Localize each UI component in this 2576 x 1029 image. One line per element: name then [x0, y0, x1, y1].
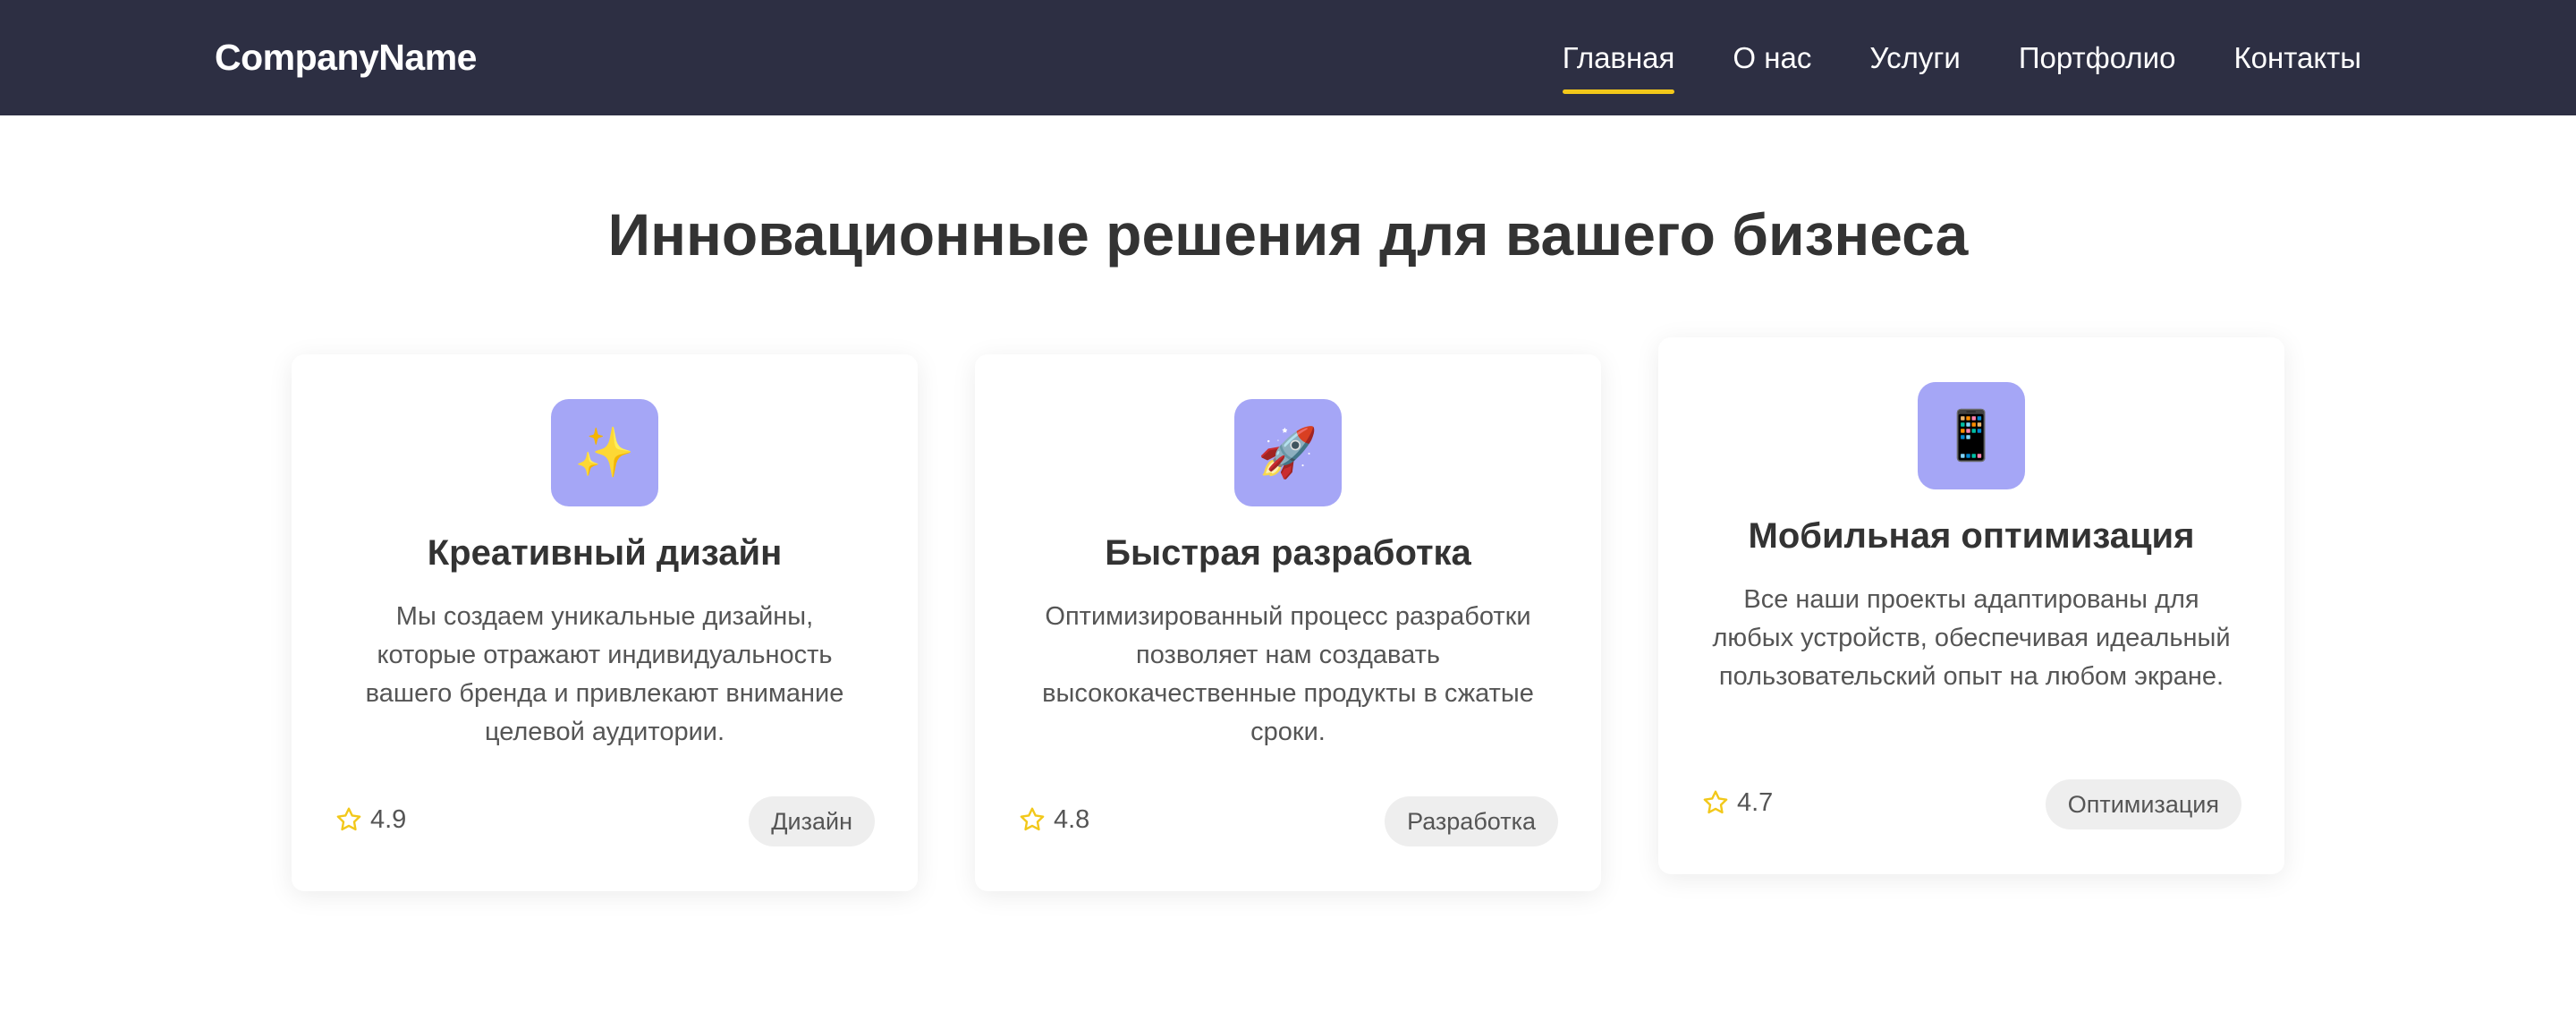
card-title: Быстрая разработка	[1105, 533, 1471, 573]
card-description: Оптимизированный процесс разработки позв…	[1042, 602, 1534, 746]
category-tag[interactable]: Разработка	[1385, 796, 1558, 846]
card-title: Мобильная оптимизация	[1748, 516, 2195, 556]
category-tag[interactable]: Дизайн	[749, 796, 875, 846]
star-icon	[336, 807, 361, 831]
card-rating: 4.9	[335, 804, 406, 836]
feature-card-mobile[interactable]: 📱 Мобильная оптимизация Все наши проекты…	[1658, 337, 2284, 874]
card-rating: 4.8	[1018, 804, 1089, 836]
card-description: Все наши проекты адаптированы для любых …	[1712, 585, 2231, 691]
card-description: Мы создаем уникальные дизайны, которые о…	[365, 602, 844, 746]
top-navbar: CompanyName Главная О нас Услуги Портфол…	[0, 0, 2576, 115]
feature-card-development[interactable]: 🚀 Быстрая разработка Оптимизированный пр…	[975, 354, 1601, 891]
rating-value: 4.8	[1054, 805, 1090, 834]
sparkles-icon: ✨	[551, 399, 658, 506]
category-tag[interactable]: Оптимизация	[2045, 779, 2241, 829]
nav-link-contacts[interactable]: Контакты	[2233, 40, 2361, 76]
rocket-icon: 🚀	[1234, 399, 1342, 506]
mobile-phone-icon: 📱	[1918, 382, 2025, 489]
card-title: Креативный дизайн	[427, 533, 783, 573]
star-icon	[1703, 790, 1728, 814]
main-navigation: Главная О нас Услуги Портфолио Контакты	[1562, 0, 2361, 115]
nav-link-services[interactable]: Услуги	[1869, 40, 1960, 76]
nav-link-home[interactable]: Главная	[1562, 40, 1674, 94]
rating-value: 4.7	[1737, 788, 1774, 817]
rating-value: 4.9	[370, 805, 407, 834]
nav-link-portfolio[interactable]: Портфолио	[2019, 40, 2176, 76]
nav-link-about[interactable]: О нас	[1733, 40, 1811, 76]
star-icon	[1020, 807, 1045, 831]
company-logo[interactable]: CompanyName	[215, 36, 477, 79]
feature-card-design[interactable]: ✨ Креативный дизайн Мы создаем уникальны…	[292, 354, 918, 891]
card-rating: 4.7	[1701, 787, 1773, 819]
page-title: Инновационные решения для вашего бизнеса	[607, 201, 1969, 268]
